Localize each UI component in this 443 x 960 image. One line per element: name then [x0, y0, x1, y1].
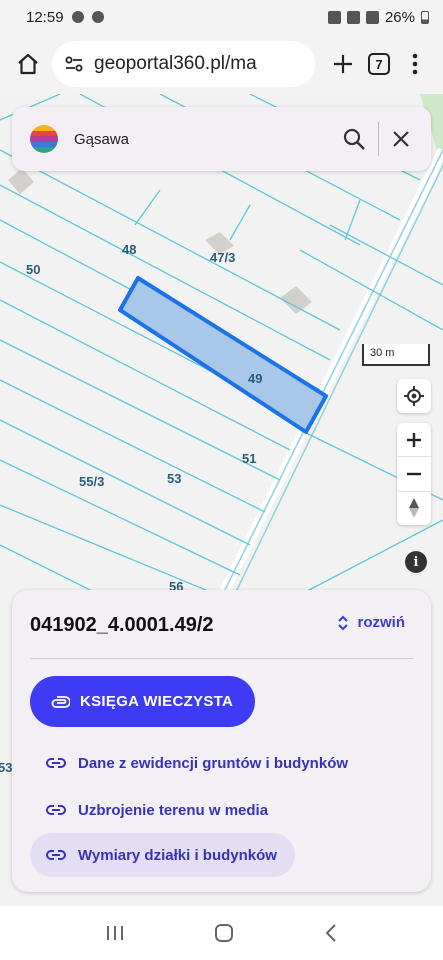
crosshair-icon	[404, 386, 424, 406]
minus-icon	[407, 472, 421, 476]
attachment-icon	[51, 695, 70, 708]
search-bar[interactable]: Gąsawa	[12, 107, 431, 171]
parcel-label[interactable]: 48	[122, 242, 136, 257]
address-bar[interactable]: geoportal360.pl/ma	[52, 41, 315, 87]
geoportal-logo-icon	[30, 125, 58, 153]
new-tab-button[interactable]	[325, 46, 361, 82]
messenger-icon	[91, 11, 104, 23]
compass-button[interactable]	[397, 492, 431, 525]
system-nav-bar	[0, 906, 443, 960]
home-button[interactable]	[10, 46, 46, 82]
link-icon	[46, 758, 66, 768]
utilities-link[interactable]: Uzbrojenie terenu w media	[30, 788, 284, 832]
menu-button[interactable]	[397, 46, 433, 82]
link-icon	[46, 850, 66, 860]
zoom-in-button[interactable]	[397, 423, 431, 458]
parcel-label[interactable]: 51	[242, 451, 256, 466]
battery-icon	[421, 10, 429, 24]
data-icon	[346, 10, 360, 24]
building	[8, 168, 34, 194]
home-icon	[18, 53, 38, 75]
land-register-label: KSIĘGA WIECZYSTA	[80, 693, 234, 710]
battery-percent: 26%	[384, 8, 415, 26]
parcel-label[interactable]: 53	[0, 760, 12, 775]
status-bar: 12:59 26%	[0, 0, 443, 34]
browser-toolbar: geoportal360.pl/ma 7	[0, 34, 443, 94]
alarm-icon	[327, 10, 341, 24]
compass-icon	[409, 498, 419, 519]
parcel-id: 041902_4.0001.49/2	[30, 614, 214, 636]
more-vertical-icon	[412, 53, 418, 75]
divider	[30, 658, 413, 659]
scale-bar: 30 m	[362, 344, 430, 366]
unfold-icon	[337, 615, 348, 630]
tabs-button[interactable]: 7	[361, 46, 397, 82]
parcel-label[interactable]: 50	[26, 262, 40, 277]
dimensions-label: Wymiary działki i budynków	[78, 846, 277, 864]
status-time: 12:59	[26, 8, 64, 26]
close-icon[interactable]	[391, 129, 411, 149]
parcel-label[interactable]: 55/3	[79, 474, 104, 489]
parcel-label[interactable]: 49	[248, 371, 262, 386]
expand-label: rozwiń	[357, 614, 406, 631]
info-icon[interactable]: i	[405, 551, 427, 573]
link-icon	[46, 805, 66, 815]
home-nav-icon[interactable]	[214, 923, 234, 943]
divider	[378, 122, 379, 156]
land-records-link[interactable]: Dane z ewidencji gruntów i budynków	[30, 741, 364, 785]
site-settings-icon[interactable]	[64, 54, 84, 74]
land-records-label: Dane z ewidencji gruntów i budynków	[78, 754, 349, 772]
url-text: geoportal360.pl/ma	[94, 53, 257, 74]
plus-icon	[407, 432, 421, 447]
dimensions-link[interactable]: Wymiary działki i budynków	[30, 833, 295, 877]
signal-icon	[365, 10, 379, 24]
search-input[interactable]: Gąsawa	[74, 131, 342, 148]
search-icon[interactable]	[342, 127, 366, 151]
zoom-controls	[397, 423, 431, 525]
land-register-button[interactable]: KSIĘGA WIECZYSTA	[30, 676, 255, 727]
recent-apps-icon[interactable]	[105, 924, 125, 942]
parcel-label[interactable]: 53	[167, 471, 181, 486]
back-icon[interactable]	[324, 923, 338, 943]
building	[280, 286, 312, 314]
parcel-details-panel: 041902_4.0001.49/2 rozwiń KSIĘGA WIECZYS…	[12, 590, 431, 892]
notification-icon	[71, 11, 84, 23]
parcel-label[interactable]: 47/3	[210, 250, 235, 265]
locate-button[interactable]	[397, 379, 431, 413]
zoom-out-button[interactable]	[397, 457, 431, 492]
plus-icon	[334, 55, 352, 73]
utilities-label: Uzbrojenie terenu w media	[78, 801, 269, 819]
expand-button[interactable]: rozwiń	[337, 614, 406, 631]
tabs-count: 7	[368, 53, 390, 75]
